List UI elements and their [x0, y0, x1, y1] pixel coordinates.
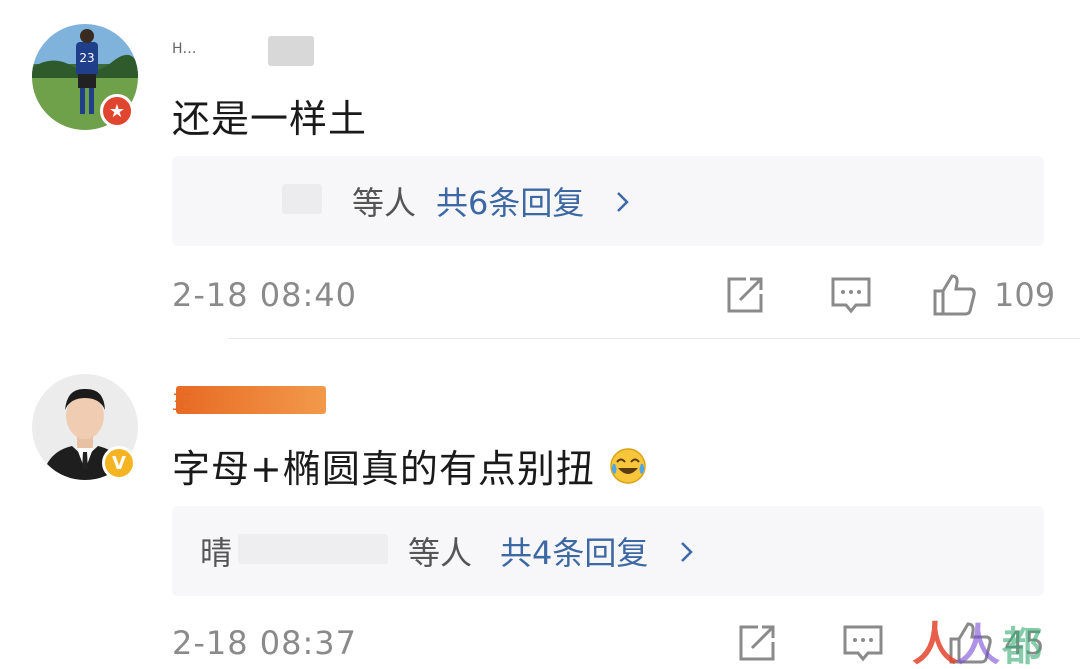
- star-badge-icon: ★: [100, 94, 134, 128]
- timestamp: 2-18 08:37: [172, 624, 358, 662]
- svg-text:23: 23: [79, 51, 94, 65]
- username[interactable]: H…: [172, 38, 197, 70]
- reply-count-link[interactable]: 共4条回复: [500, 528, 648, 574]
- verified-v-icon: V: [102, 446, 136, 480]
- username[interactable]: 王: [172, 386, 192, 415]
- redacted-replier: [282, 184, 322, 214]
- redacted-username: [176, 386, 326, 414]
- thumbs-up-icon[interactable]: [932, 272, 978, 318]
- share-icon[interactable]: [724, 274, 766, 316]
- reply-preview-box[interactable]: 晴 等人 共4条回复: [172, 506, 1044, 596]
- reply-preview-prefix: 晴: [200, 534, 233, 572]
- comment-icon[interactable]: [842, 622, 884, 664]
- reply-preview-text: 等人: [352, 184, 417, 222]
- comment-item: 23 ★ H… 还是一样土 等人 共6条回复 2-18 08:40 109: [0, 0, 1080, 330]
- watermark-logo: 人 人 都: [912, 617, 1042, 669]
- like-count: 109: [994, 276, 1056, 314]
- reply-preview-box[interactable]: 等人 共6条回复: [172, 156, 1044, 246]
- laughing-crying-emoji-icon: [610, 448, 646, 484]
- redacted-username: [268, 36, 314, 66]
- comment-item: V 王 字母+椭圆真的有点别扭 晴 等人 共4条回复 2-18 08:37 45…: [0, 340, 1080, 669]
- comment-text: 字母+椭圆真的有点别扭: [172, 438, 648, 493]
- chevron-right-icon[interactable]: [678, 540, 694, 564]
- comment-text: 还是一样土: [172, 97, 368, 141]
- comment-divider: [228, 338, 1080, 339]
- reply-preview-text: 等人: [408, 534, 473, 572]
- svg-text:都: 都: [1001, 624, 1042, 669]
- reply-count-link[interactable]: 共6条回复: [436, 178, 584, 224]
- redacted-replier: [238, 534, 388, 564]
- svg-text:人: 人: [912, 617, 958, 669]
- comment-icon[interactable]: [830, 274, 872, 316]
- svg-text:人: 人: [956, 620, 1000, 669]
- share-icon[interactable]: [736, 622, 778, 664]
- chevron-right-icon[interactable]: [614, 190, 630, 214]
- timestamp: 2-18 08:40: [172, 276, 358, 314]
